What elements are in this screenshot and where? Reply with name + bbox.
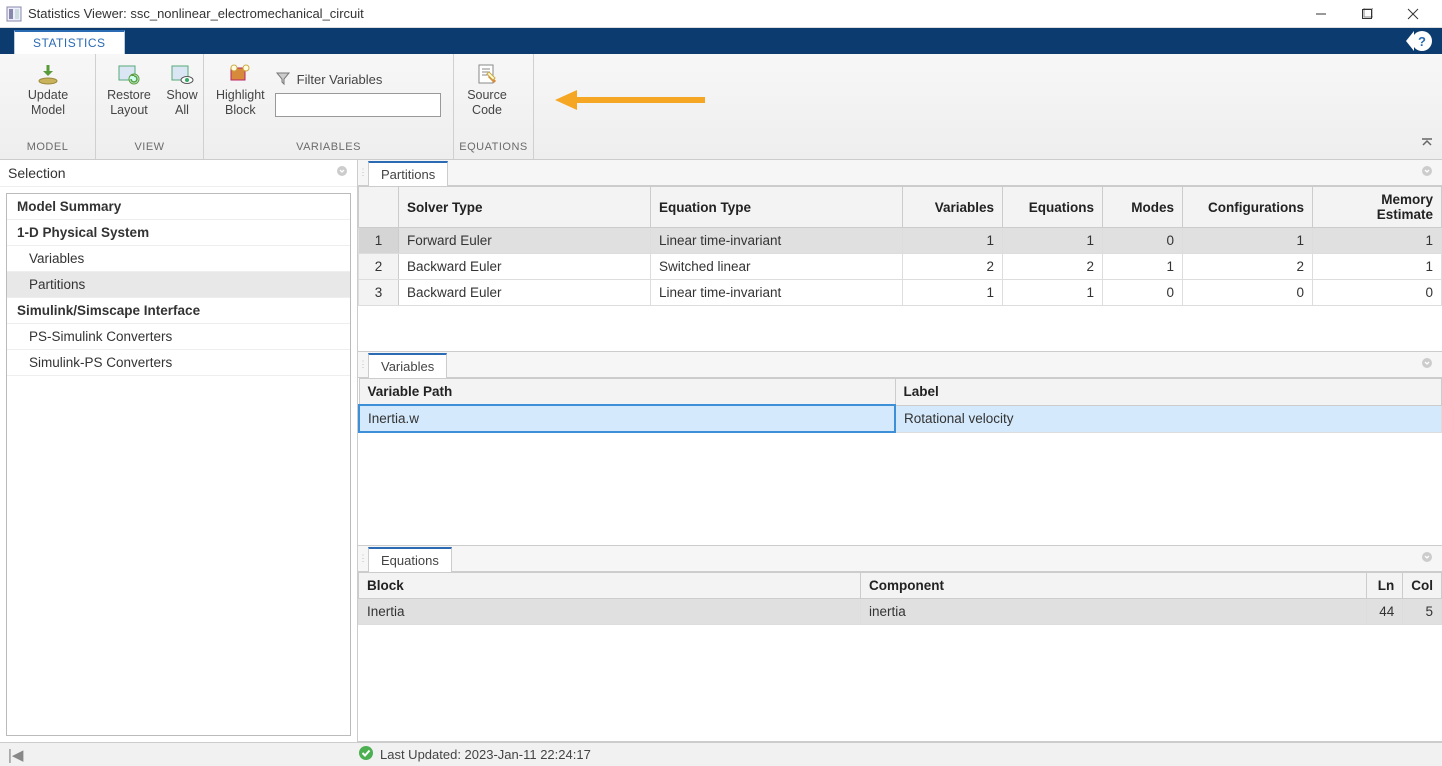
equations-pane: ⋮ Equations Block Component Ln Col	[358, 546, 1442, 742]
pane-options-icon[interactable]	[1420, 164, 1434, 182]
source-code-icon	[475, 62, 499, 86]
pane-handle-icon[interactable]: ⋮	[358, 167, 368, 178]
titlebar: Statistics Viewer: ssc_nonlinear_electro…	[0, 0, 1442, 28]
restore-layout-button[interactable]: RestoreLayout	[102, 60, 156, 120]
equations-table[interactable]: Block Component Ln Col Inertia inertia 4…	[358, 572, 1442, 625]
filter-label: Filter Variables	[297, 72, 383, 87]
restore-layout-icon	[117, 62, 141, 86]
table-row[interactable]: 3 Backward Euler Linear time-invariant 1…	[359, 280, 1442, 306]
table-row[interactable]: 2 Backward Euler Switched linear 2 2 1 2…	[359, 254, 1442, 280]
show-all-button[interactable]: ShowAll	[160, 60, 204, 120]
tab-equations[interactable]: Equations	[368, 547, 452, 572]
highlight-block-button[interactable]: HighlightBlock	[210, 60, 271, 120]
variables-pane: ⋮ Variables Variable Path Label Inertia.…	[358, 352, 1442, 546]
tree-simulink-ps[interactable]: Simulink-PS Converters	[7, 350, 350, 376]
show-all-icon	[170, 62, 194, 86]
partitions-pane: ⋮ Partitions Solver Type Equation Type V…	[358, 160, 1442, 352]
status-text: Last Updated: 2023-Jan-11 22:24:17	[380, 747, 591, 762]
tree-variables[interactable]: Variables	[7, 246, 350, 272]
maximize-button[interactable]	[1344, 0, 1390, 28]
selection-tree: Model Summary 1-D Physical System Variab…	[6, 193, 351, 736]
tab-statistics[interactable]: STATISTICS	[14, 30, 125, 54]
selection-sidebar: Selection Model Summary 1-D Physical Sys…	[0, 160, 358, 742]
update-model-button[interactable]: Update Model	[6, 60, 90, 120]
tree-ps-simulink[interactable]: PS-Simulink Converters	[7, 324, 350, 350]
filter-variables-input[interactable]	[275, 93, 441, 117]
ribbon-tab-bar: STATISTICS ?	[0, 28, 1442, 54]
table-row[interactable]: Inertia.w Rotational velocity	[359, 405, 1442, 432]
status-ok-icon	[358, 745, 374, 764]
source-code-button[interactable]: SourceCode	[460, 60, 514, 120]
help-button[interactable]: ?	[1406, 31, 1432, 51]
tree-1d-physical[interactable]: 1-D Physical System	[7, 220, 350, 246]
pane-handle-icon[interactable]: ⋮	[358, 553, 368, 564]
filter-icon	[275, 70, 291, 89]
toolstrip: Update Model MODEL RestoreLayout ShowAll…	[0, 54, 1442, 160]
window-title: Statistics Viewer: ssc_nonlinear_electro…	[28, 6, 1298, 21]
nav-back-icon[interactable]: |◀	[8, 746, 23, 764]
pane-handle-icon[interactable]: ⋮	[358, 359, 368, 370]
variables-table[interactable]: Variable Path Label Inertia.w Rotational…	[358, 378, 1442, 433]
tree-model-summary[interactable]: Model Summary	[7, 194, 350, 220]
highlight-block-icon	[228, 62, 252, 86]
minimize-button[interactable]	[1298, 0, 1344, 28]
table-row[interactable]: Inertia inertia 44 5	[359, 599, 1442, 625]
app-icon	[6, 6, 22, 22]
tab-variables[interactable]: Variables	[368, 353, 447, 378]
pane-options-icon[interactable]	[1420, 356, 1434, 374]
sidebar-title: Selection	[8, 165, 335, 181]
sidebar-options-icon[interactable]	[335, 164, 349, 182]
tree-partitions[interactable]: Partitions	[7, 272, 350, 298]
table-row[interactable]: 1 Forward Euler Linear time-invariant 1 …	[359, 228, 1442, 254]
partitions-table[interactable]: Solver Type Equation Type Variables Equa…	[358, 186, 1442, 306]
collapse-ribbon-icon[interactable]	[1420, 136, 1434, 153]
status-bar: |◀ Last Updated: 2023-Jan-11 22:24:17	[0, 742, 1442, 766]
tab-partitions[interactable]: Partitions	[368, 161, 448, 186]
pane-options-icon[interactable]	[1420, 550, 1434, 568]
tree-simulink-interface[interactable]: Simulink/Simscape Interface	[7, 298, 350, 324]
close-button[interactable]	[1390, 0, 1436, 28]
update-model-icon	[36, 62, 60, 86]
